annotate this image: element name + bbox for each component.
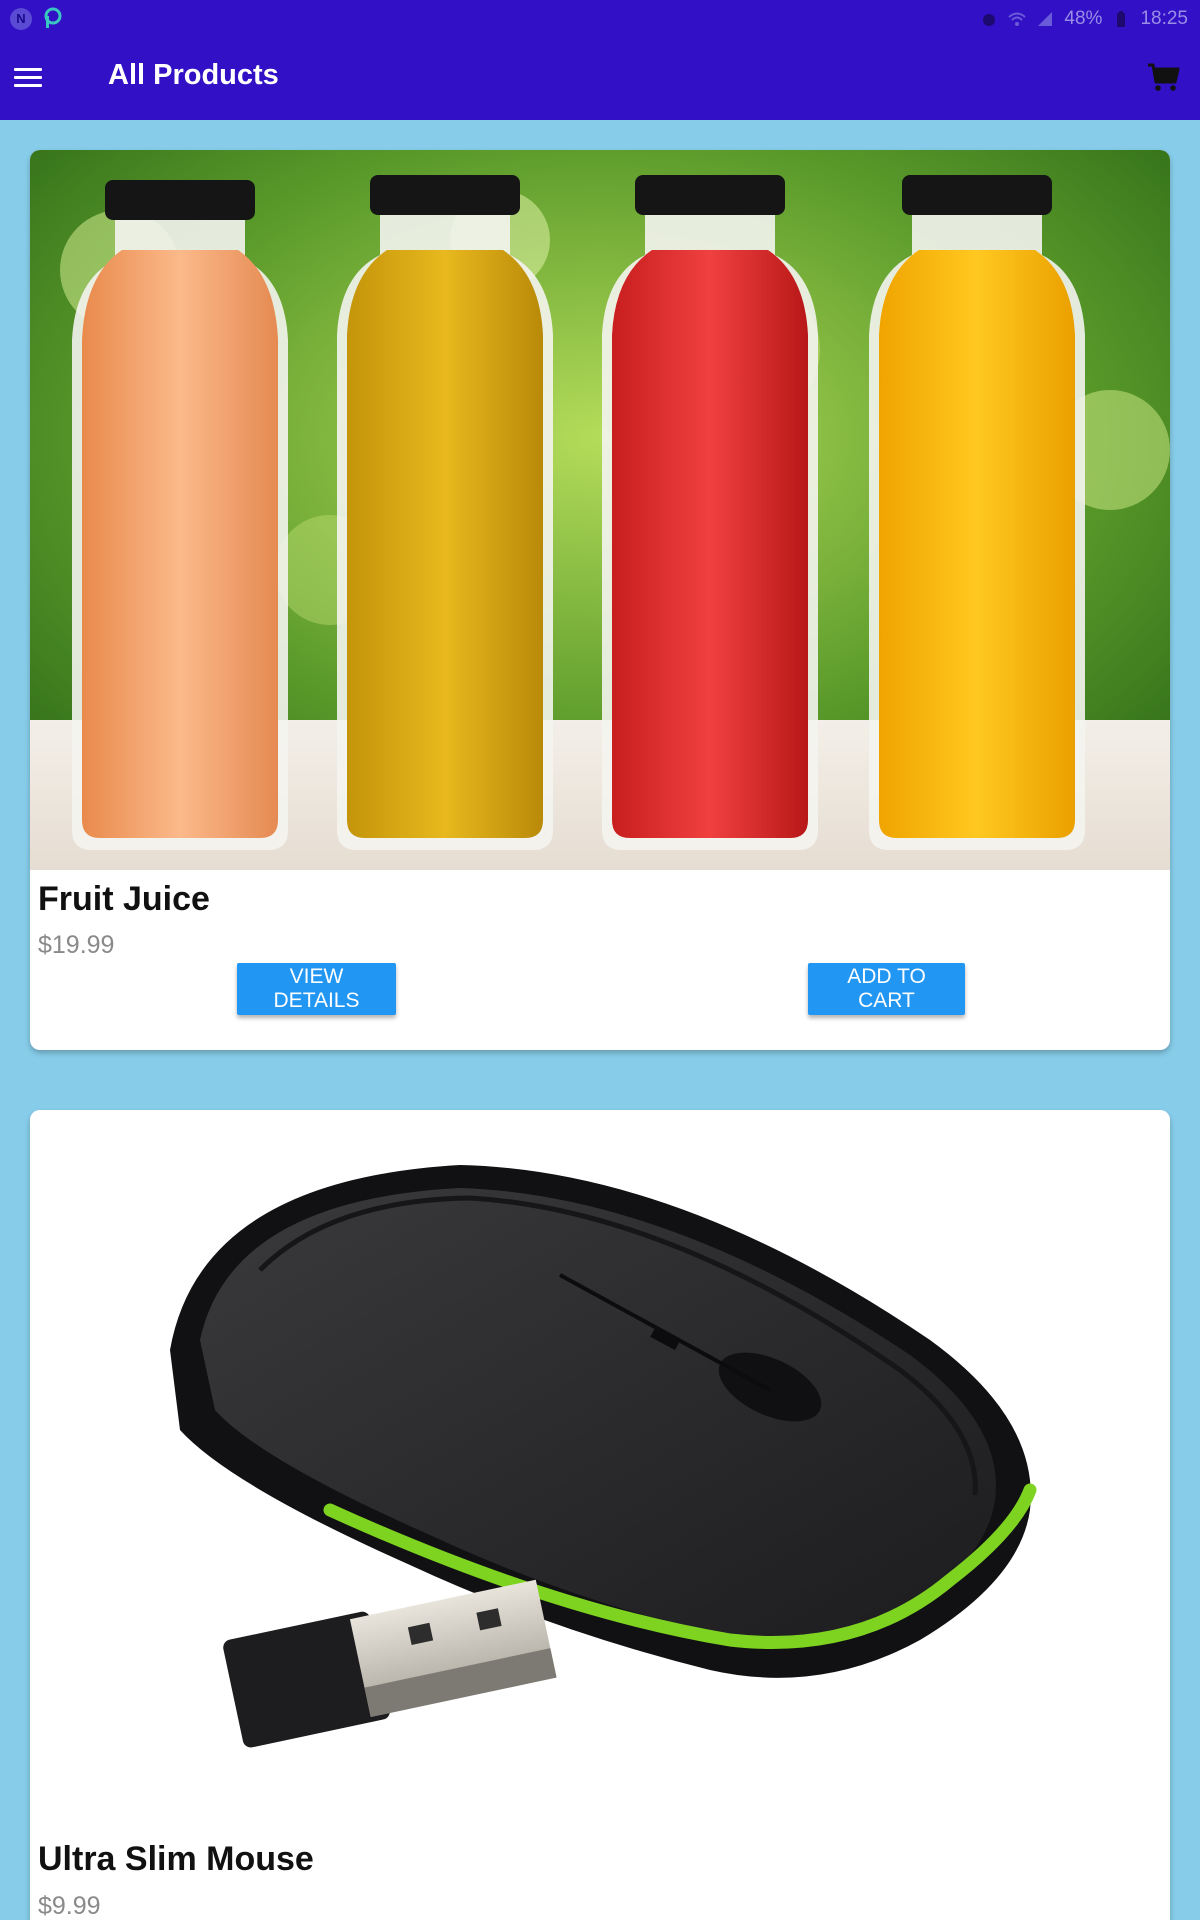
status-bar: N 48% 18:25 (0, 0, 1200, 37)
status-right-icons: 48% 18:25 (980, 8, 1188, 30)
battery-icon (1117, 10, 1126, 27)
add-to-cart-button[interactable]: ADD TO CART (808, 963, 965, 1015)
page-title: All Products (108, 59, 279, 91)
product-name: Fruit Juice (38, 880, 210, 918)
product-card: Fruit Juice $19.99 VIEW DETAILS ADD TO C… (30, 150, 1170, 1050)
signal-icon (1038, 11, 1053, 26)
product-name: Ultra Slim Mouse (38, 1840, 314, 1878)
notification-app-icon: N (10, 7, 32, 30)
status-left-icons: N (10, 7, 64, 31)
status-time: 18:25 (1140, 7, 1188, 29)
notification-p-icon (44, 7, 62, 28)
app-bar: All Products (0, 37, 1200, 120)
hamburger-menu-icon[interactable] (14, 61, 46, 93)
product-image-wireless-mouse (30, 1110, 1170, 1830)
alarm-icon (983, 13, 996, 26)
product-card: Ultra Slim Mouse $9.99 (30, 1110, 1170, 1920)
product-price: $9.99 (38, 1892, 101, 1920)
wifi-icon (1008, 12, 1027, 26)
product-image-juice-bottles (30, 150, 1170, 870)
product-price: $19.99 (38, 931, 115, 959)
battery-percent: 48% (1064, 7, 1103, 29)
view-details-button[interactable]: VIEW DETAILS (237, 963, 396, 1015)
shopping-cart-icon[interactable] (1146, 59, 1182, 95)
